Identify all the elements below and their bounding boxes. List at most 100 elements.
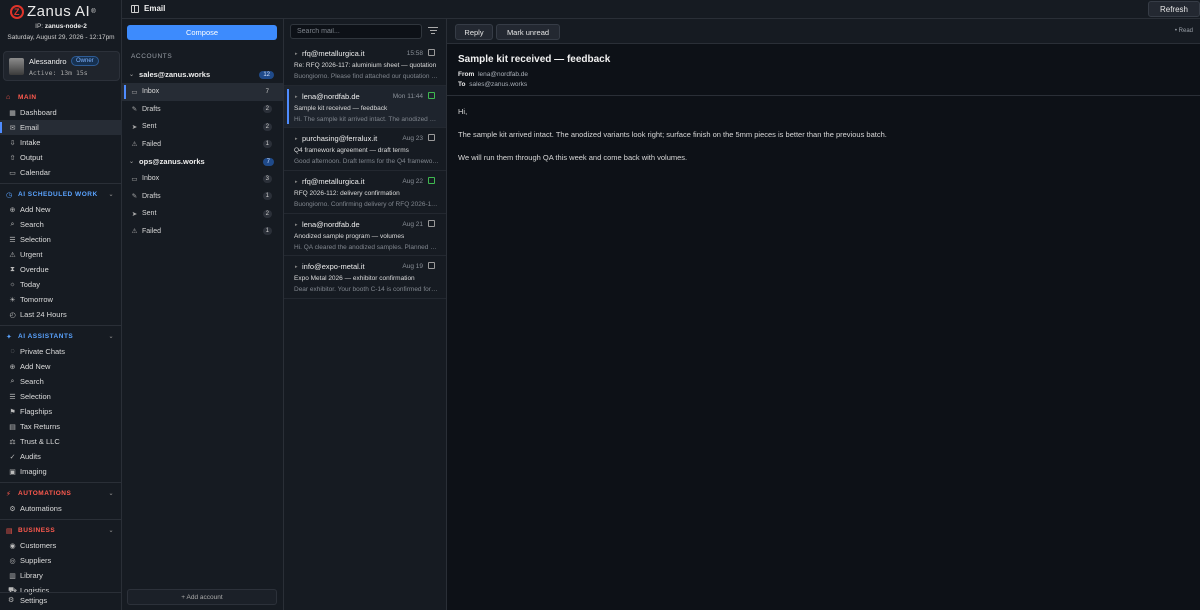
folder-failed[interactable]: ⚠ Failed 1 — [122, 136, 283, 154]
chevron-down-icon[interactable]: ⌄ — [129, 158, 134, 165]
nav-section-automations[interactable]: ⚡ AUTOMATIONS ⌄ — [0, 486, 122, 501]
message-status-icon[interactable] — [428, 134, 435, 142]
compose-button[interactable]: Compose — [127, 25, 277, 40]
sidebar-item-label: Urgent — [20, 250, 43, 259]
sidebar-item-search[interactable]: ⌕ Search — [0, 217, 122, 232]
message-status-icon[interactable] — [428, 91, 435, 99]
sidebar-item-label: Customers — [20, 541, 57, 550]
message-status-icon[interactable] — [428, 177, 435, 185]
folder-sent[interactable]: ➤ Sent 2 — [122, 118, 283, 136]
refresh-button[interactable]: Refresh — [1148, 1, 1200, 17]
message-status-icon[interactable] — [428, 219, 435, 227]
message-list-item[interactable]: ▸ info@expo-metal.it Aug 19 Expo Metal 2026… — [284, 256, 446, 300]
sidebar-item-selection[interactable]: ☰ Selection — [0, 389, 122, 404]
sidebar-item-last-24-hours[interactable]: ◴ Last 24 Hours — [0, 307, 122, 322]
reply-button[interactable]: Reply — [455, 24, 493, 40]
logo-text: Zanus AI — [27, 3, 91, 20]
sidebar-item-label: Overdue — [20, 265, 49, 274]
main-section-icon: ⌂ — [6, 94, 11, 101]
folder-failed[interactable]: ⚠ Failed 1 — [122, 223, 283, 241]
account-list: ⌄ sales@zanus.works 12 ▭ Inbox 7 ✎ Drafts 2 ➤ Sent… — [122, 66, 283, 240]
sidebar-item-output[interactable]: ⇧ Output — [0, 150, 122, 165]
sidebar-item-trust-llc[interactable]: ⚖ Trust & LLC — [0, 434, 122, 449]
sidebar-item-selection[interactable]: ☰ Selection — [0, 232, 122, 247]
sidebar-item-tomorrow[interactable]: ☀ Tomorrow — [0, 292, 122, 307]
add-new-icon: ⊕ — [9, 206, 16, 214]
nav-section-ai-scheduled-work[interactable]: ◷ AI SCHEDULED WORK ⌄ — [0, 187, 122, 202]
to-address[interactable]: sales@zanus.works — [469, 81, 527, 88]
nav-section-ai-assistants[interactable]: ✦ AI ASSISTANTS ⌄ — [0, 329, 122, 344]
message-list-item[interactable]: ▸ lena@nordfab.de Mon 11:44 Sample kit rece… — [284, 85, 446, 129]
account-header[interactable]: ⌄ sales@zanus.works 12 — [122, 66, 283, 83]
sent-icon: ➤ — [131, 123, 138, 131]
mail-to: To sales@zanus.works — [458, 81, 527, 88]
sidebar-item-overdue[interactable]: ⧗ Overdue — [0, 262, 122, 277]
message-list-item[interactable]: ▸ rfq@metallurgica.it 15:58 Re: RFQ 2026-11… — [284, 43, 446, 86]
sidebar-item-tax-returns[interactable]: ▤ Tax Returns — [0, 419, 122, 434]
search-mail-input[interactable] — [290, 24, 422, 39]
sidebar-item-email[interactable]: ✉ Email — [0, 120, 122, 135]
sidebar-toggle-icon[interactable] — [131, 5, 139, 13]
nav-section-main[interactable]: ⌂ MAIN — [0, 90, 122, 105]
account-header[interactable]: ⌄ ops@zanus.works 7 — [122, 153, 283, 170]
folder-label: Failed — [142, 140, 162, 148]
sidebar-item-audits[interactable]: ✓ Audits — [0, 449, 122, 464]
message-status-icon[interactable] — [428, 262, 435, 270]
user-card[interactable]: Alessandro Owner Active: 13m 15s — [3, 51, 120, 81]
chevron-right-icon: ▸ — [295, 93, 298, 100]
filter-icon[interactable] — [428, 27, 438, 35]
chevron-right-icon: ▸ — [295, 264, 298, 271]
chevron-down-icon[interactable]: ⌄ — [108, 333, 114, 340]
sidebar-item-flagships[interactable]: ⚑ Flagships — [0, 404, 122, 419]
folder-label: Sent — [142, 210, 157, 218]
sidebar-item-dashboard[interactable]: ▦ Dashboard — [0, 105, 122, 120]
divider — [447, 95, 1200, 96]
message-status-icon[interactable] — [428, 49, 435, 56]
sidebar-item-calendar[interactable]: ▭ Calendar — [0, 165, 122, 180]
sidebar-item-automations[interactable]: ⚙ Automations — [0, 501, 122, 516]
folder-inbox[interactable]: ▭ Inbox 3 — [122, 170, 283, 188]
add-account-button[interactable]: + Add account — [127, 589, 277, 605]
sidebar-item-search[interactable]: ⌕ Search — [0, 374, 122, 389]
from-address[interactable]: lena@nordfab.de — [478, 71, 528, 78]
sidebar: Z Zanus AI ® IP: zanus-node-2 Saturday, … — [0, 0, 122, 610]
sidebar-item-add-new[interactable]: ⊕ Add New — [0, 202, 122, 217]
inbox-icon: ▭ — [131, 175, 138, 183]
chevron-down-icon[interactable]: ⌄ — [129, 71, 134, 78]
folder-sent[interactable]: ➤ Sent 2 — [122, 205, 283, 223]
sidebar-item-private-chats[interactable]: ◌ Private Chats — [0, 344, 122, 359]
sidebar-item-library[interactable]: ▥ Library — [0, 568, 122, 583]
folder-count-badge: 2 — [262, 209, 272, 218]
nav-section-business[interactable]: ▤ BUSINESS ⌄ — [0, 523, 122, 538]
message-list-item[interactable]: ▸ lena@nordfab.de Aug 21 Anodized sample pr… — [284, 214, 446, 257]
message-list-item[interactable]: ▸ rfq@metallurgica.it Aug 22 RFQ 2026-112: … — [284, 171, 446, 214]
chevron-down-icon[interactable]: ⌄ — [108, 490, 114, 497]
from-label: From — [458, 71, 475, 78]
folder-inbox[interactable]: ▭ Inbox 7 — [122, 83, 283, 101]
sidebar-item-settings[interactable]: ⚙ Settings — [0, 592, 122, 607]
mail-from: From lena@nordfab.de — [458, 71, 528, 78]
folder-count-badge: 1 — [262, 192, 272, 201]
sidebar-item-imaging[interactable]: ▣ Imaging — [0, 464, 122, 479]
sidebar-item-intake[interactable]: ⇩ Intake — [0, 135, 122, 150]
message-sender: info@expo-metal.it — [302, 262, 365, 272]
sidebar-item-urgent[interactable]: ⚠ Urgent — [0, 247, 122, 262]
ip-label: IP: — [35, 23, 44, 30]
chevron-down-icon[interactable]: ⌄ — [108, 527, 114, 534]
chevron-down-icon[interactable]: ⌄ — [108, 191, 114, 198]
sidebar-item-today[interactable]: ☼ Today — [0, 277, 122, 292]
sidebar-item-suppliers[interactable]: ◎ Suppliers — [0, 553, 122, 568]
sidebar-item-add-new[interactable]: ⊕ Add New — [0, 359, 122, 374]
sidebar-item-label: Automations — [20, 504, 62, 513]
message-sender: lena@nordfab.de — [302, 91, 360, 101]
message-list-item[interactable]: ▸ purchasing@ferralux.it Aug 23 Q4 framewor… — [284, 128, 446, 172]
mark-unread-button[interactable]: Mark unread — [496, 24, 560, 40]
app-logo[interactable]: Z Zanus AI ® — [10, 3, 96, 20]
folder-drafts[interactable]: ✎ Drafts 2 — [122, 101, 283, 119]
divider — [0, 519, 122, 520]
sidebar-item-customers[interactable]: ◉ Customers — [0, 538, 122, 553]
folder-drafts[interactable]: ✎ Drafts 1 — [122, 188, 283, 206]
main-nav: ⌂ MAIN ▦ Dashboard ✉ Email ⇩ Intake ⇧ Output ▭ Cale… — [0, 90, 122, 598]
imaging-icon: ▣ — [9, 468, 16, 476]
mail-body-paragraph: The sample kit arrived intact. The anodi… — [458, 130, 887, 139]
